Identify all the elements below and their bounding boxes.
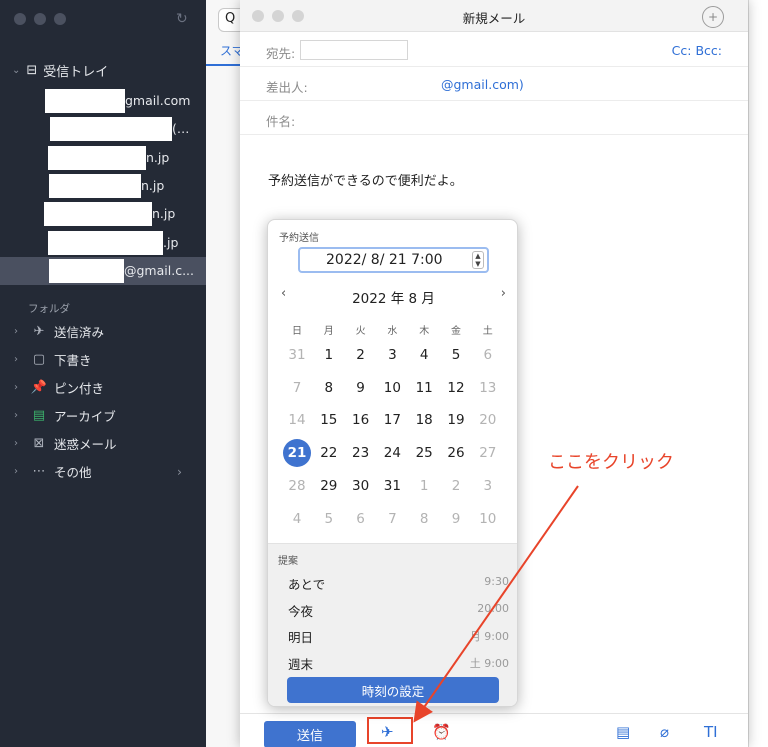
annotation-arrow	[413, 485, 579, 723]
